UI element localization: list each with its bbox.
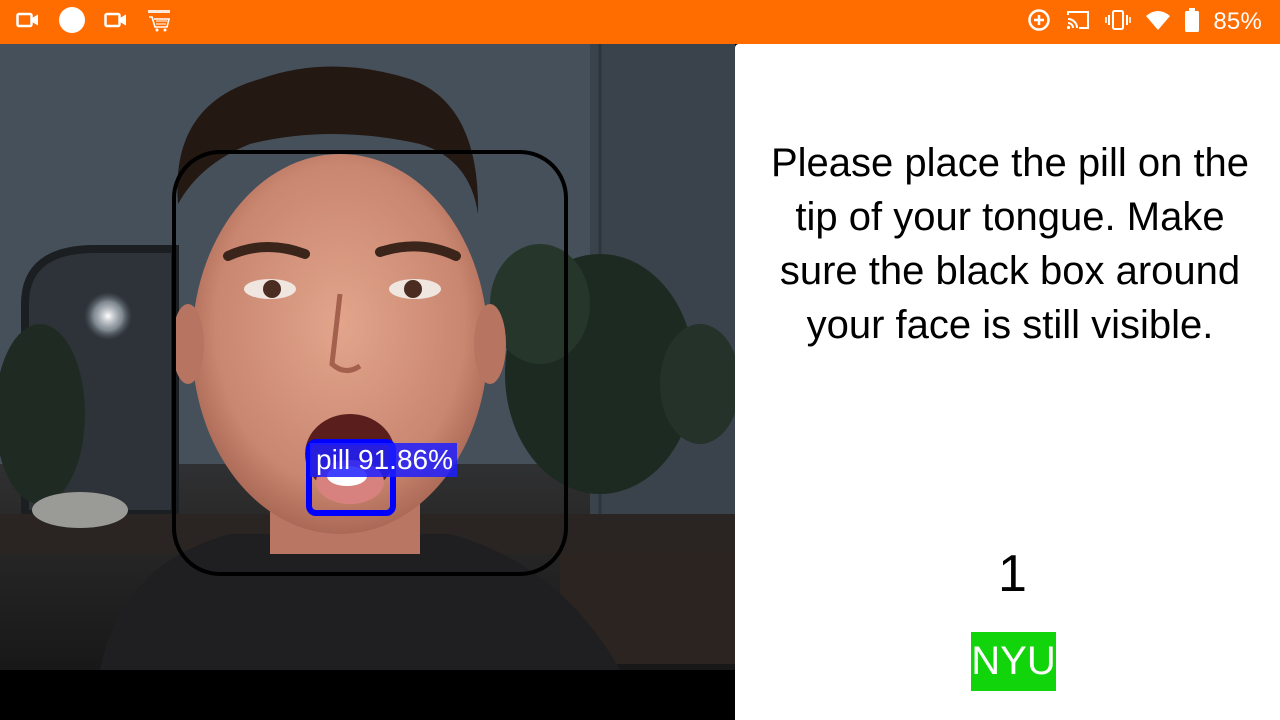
nyu-badge: NYU	[971, 632, 1056, 691]
status-bar: 85%	[0, 0, 1280, 44]
camera-bottom-bar	[0, 670, 735, 720]
data-saver-icon	[1027, 8, 1051, 37]
counter-value: 1	[998, 545, 1027, 603]
camera-icon	[16, 11, 40, 34]
instruction-panel: Please place the pill on the tip of your…	[735, 44, 1280, 720]
circle-icon	[58, 6, 86, 39]
wifi-icon	[1145, 9, 1171, 36]
status-bar-right: 85%	[1013, 7, 1262, 37]
status-bar-left	[16, 6, 190, 39]
battery-icon	[1185, 7, 1200, 37]
camera-icon	[104, 11, 128, 34]
cast-icon	[1065, 9, 1091, 36]
pill-detection-label: pill 91.86%	[310, 443, 457, 477]
battery-percent: 85%	[1213, 8, 1262, 35]
vibrate-icon	[1105, 9, 1132, 36]
instruction-text: Please place the pill on the tip of your…	[770, 141, 1250, 347]
camera-preview: pill 91.86%	[0, 44, 735, 670]
amazon-shopping-icon	[146, 8, 172, 37]
